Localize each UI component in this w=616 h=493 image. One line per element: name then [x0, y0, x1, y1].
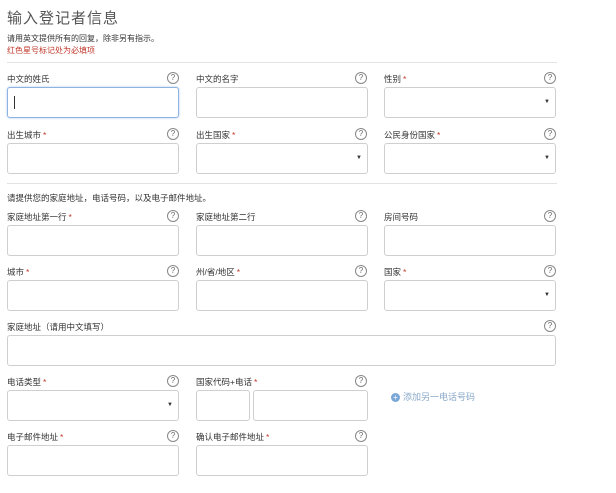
address-cn-label: 家庭地址（请用中文填写）: [7, 322, 110, 332]
help-icon[interactable]: ?: [167, 72, 179, 84]
birth-city-input[interactable]: [7, 143, 179, 174]
divider: [7, 62, 557, 63]
help-icon[interactable]: ?: [355, 375, 367, 387]
chevron-down-icon: ▼: [544, 292, 550, 298]
citizenship-label: 公民身份国家 *: [384, 130, 441, 140]
help-icon[interactable]: ?: [544, 320, 556, 332]
chevron-down-icon: ▼: [544, 99, 550, 105]
help-icon[interactable]: ?: [167, 430, 179, 442]
gender-label: 性别 *: [384, 74, 407, 84]
room-number-label: 房间号码: [384, 212, 419, 222]
phone-number-input[interactable]: [253, 390, 368, 421]
surname-cn-label: 中文的姓氏: [7, 74, 50, 84]
birth-city-label: 出生城市 *: [7, 130, 47, 140]
email-input[interactable]: [7, 445, 179, 476]
surname-cn-input[interactable]: [7, 87, 179, 118]
instructions-text: 请用英文提供所有的回复，除非另有指示。: [7, 34, 159, 43]
address-cn-input[interactable]: [7, 335, 556, 366]
country-label: 国家 *: [384, 267, 407, 277]
email-confirm-input[interactable]: [196, 445, 368, 476]
text-cursor: [14, 96, 15, 109]
email-confirm-label: 确认电子邮件地址 *: [196, 432, 270, 442]
country-select[interactable]: ▼: [384, 280, 556, 311]
help-icon[interactable]: ?: [544, 265, 556, 277]
birth-country-select[interactable]: ▼: [196, 143, 368, 174]
room-number-input[interactable]: [384, 225, 556, 256]
address-line2-input[interactable]: [196, 225, 368, 256]
add-phone-link[interactable]: + 添加另一电话号码: [391, 390, 475, 403]
help-icon[interactable]: ?: [355, 128, 367, 140]
contact-instructions: 请提供您的家庭地址，电话号码，以及电子邮件地址。: [7, 193, 212, 203]
chevron-down-icon: ▼: [544, 155, 550, 161]
help-icon[interactable]: ?: [167, 128, 179, 140]
help-icon[interactable]: ?: [544, 210, 556, 222]
gender-select[interactable]: ▼: [384, 87, 556, 118]
help-icon[interactable]: ?: [167, 265, 179, 277]
required-note: 红色星号标记处为必填项: [7, 46, 95, 55]
chevron-down-icon: ▼: [167, 402, 173, 408]
help-icon[interactable]: ?: [355, 430, 367, 442]
help-icon[interactable]: ?: [355, 210, 367, 222]
divider: [7, 183, 557, 184]
help-icon[interactable]: ?: [544, 72, 556, 84]
chevron-down-icon: ▼: [356, 155, 362, 161]
given-name-cn-input[interactable]: [196, 87, 368, 118]
help-icon[interactable]: ?: [355, 265, 367, 277]
help-icon[interactable]: ?: [355, 72, 367, 84]
city-input[interactable]: [7, 280, 179, 311]
phone-code-label: 国家代码+电话 *: [196, 377, 258, 387]
citizenship-select[interactable]: ▼: [384, 143, 556, 174]
add-circle-icon: +: [391, 393, 400, 403]
address-line1-input[interactable]: [7, 225, 179, 256]
given-name-cn-label: 中文的名字: [196, 74, 239, 84]
country-code-input[interactable]: [196, 390, 250, 421]
help-icon[interactable]: ?: [544, 128, 556, 140]
birth-country-label: 出生国家 *: [196, 130, 236, 140]
address-line1-label: 家庭地址第一行 *: [7, 212, 72, 222]
email-label: 电子邮件地址 *: [7, 432, 64, 442]
address-line2-label: 家庭地址第二行: [196, 212, 256, 222]
phone-type-select[interactable]: ▼: [7, 390, 179, 421]
page-title: 输入登记者信息: [7, 10, 120, 27]
help-icon[interactable]: ?: [167, 210, 179, 222]
state-input[interactable]: [196, 280, 368, 311]
city-label: 城市 *: [7, 267, 30, 277]
help-icon[interactable]: ?: [167, 375, 179, 387]
state-label: 州/省/地区 *: [196, 267, 241, 277]
phone-type-label: 电话类型 *: [7, 377, 47, 387]
